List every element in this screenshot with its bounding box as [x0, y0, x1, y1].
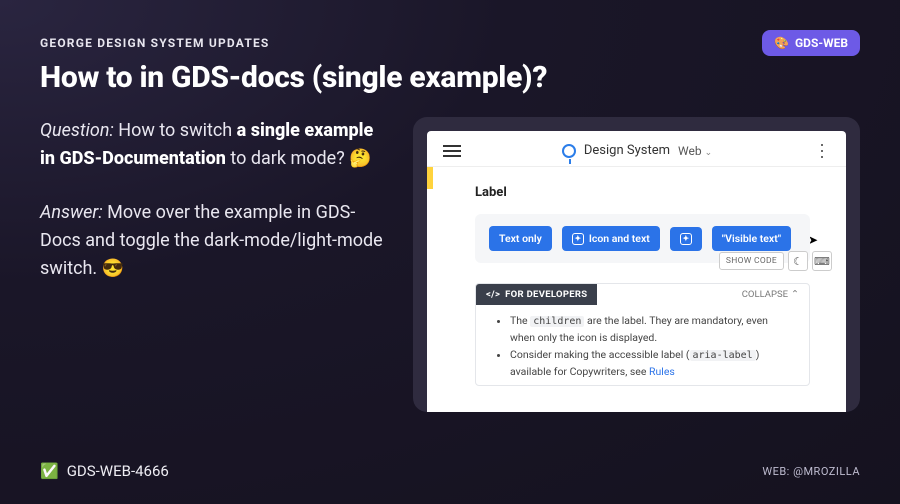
developers-body: The children are the label. They are man…	[476, 305, 809, 385]
qa-text-block: Question: How to switch a single example…	[40, 117, 385, 282]
chip-icon-only[interactable]: ✦	[670, 227, 702, 251]
kebab-menu-icon[interactable]: ⋯	[817, 142, 826, 159]
example-preview-panel: Text only ✦ Icon and text ✦ "Visible tex…	[475, 214, 810, 263]
for-developers-panel: </> FOR DEVELOPERS COLLAPSE ⌃ T	[475, 283, 810, 386]
chevron-down-icon: ⌄	[705, 148, 713, 158]
category-badge: 🎨 GDS-WEB	[762, 30, 860, 56]
thinking-emoji: 🤔	[349, 148, 371, 169]
badge-label: GDS-WEB	[795, 36, 848, 50]
question-paragraph: Question: How to switch a single example…	[40, 117, 385, 173]
code-icon: </>	[486, 289, 500, 300]
list-item: The children are the label. They are man…	[510, 313, 795, 347]
chip-inner-icon: ✦	[572, 233, 584, 245]
chevron-up-icon: ⌃	[791, 289, 799, 300]
show-code-button[interactable]: SHOW CODE	[719, 252, 784, 270]
example-toolbar: SHOW CODE ☾ ⌨	[719, 251, 832, 271]
for-developers-tag: </> FOR DEVELOPERS	[476, 284, 597, 305]
answer-label: Answer:	[40, 202, 103, 223]
answer-paragraph: Answer: Move over the example in GDS-Doc…	[40, 199, 385, 283]
collapse-button[interactable]: COLLAPSE ⌃	[742, 289, 809, 300]
cool-emoji: 😎	[102, 258, 124, 279]
eyebrow-text: GEORGE DESIGN SYSTEM UPDATES	[40, 36, 860, 50]
search-logo-icon	[562, 144, 576, 158]
code-sandbox-button[interactable]: ⌨	[812, 251, 832, 271]
list-item: Consider making the accessible label (ar…	[510, 347, 795, 381]
palette-icon: 🎨	[774, 36, 789, 50]
chip-inner-icon: ✦	[680, 233, 692, 245]
section-heading: Label	[475, 185, 810, 200]
slide-title: How to in GDS-docs (single example)?	[40, 60, 860, 95]
rules-link[interactable]: Rules	[649, 365, 675, 378]
chip-text-only[interactable]: Text only	[489, 226, 552, 251]
platform-selector[interactable]: Web ⌄	[678, 144, 712, 158]
hamburger-icon[interactable]	[443, 145, 461, 157]
app-name: Design System	[584, 143, 670, 158]
question-label: Question:	[40, 120, 114, 141]
chip-visible-text[interactable]: "Visible text"	[712, 226, 791, 251]
docs-browser-window: Design System Web ⌄ ⋯ ➤ Label Text only	[427, 131, 846, 412]
ticket-id: GDS-WEB-4666	[67, 462, 169, 480]
ticket-reference: ✅ GDS-WEB-4666	[40, 462, 169, 480]
dark-mode-toggle[interactable]: ☾	[788, 251, 808, 271]
author-credit: WEB: @MROZILLA	[762, 465, 860, 478]
screenshot-frame: Design System Web ⌄ ⋯ ➤ Label Text only	[413, 117, 860, 412]
chip-icon-and-text[interactable]: ✦ Icon and text	[562, 226, 660, 251]
check-emoji: ✅	[40, 462, 59, 480]
